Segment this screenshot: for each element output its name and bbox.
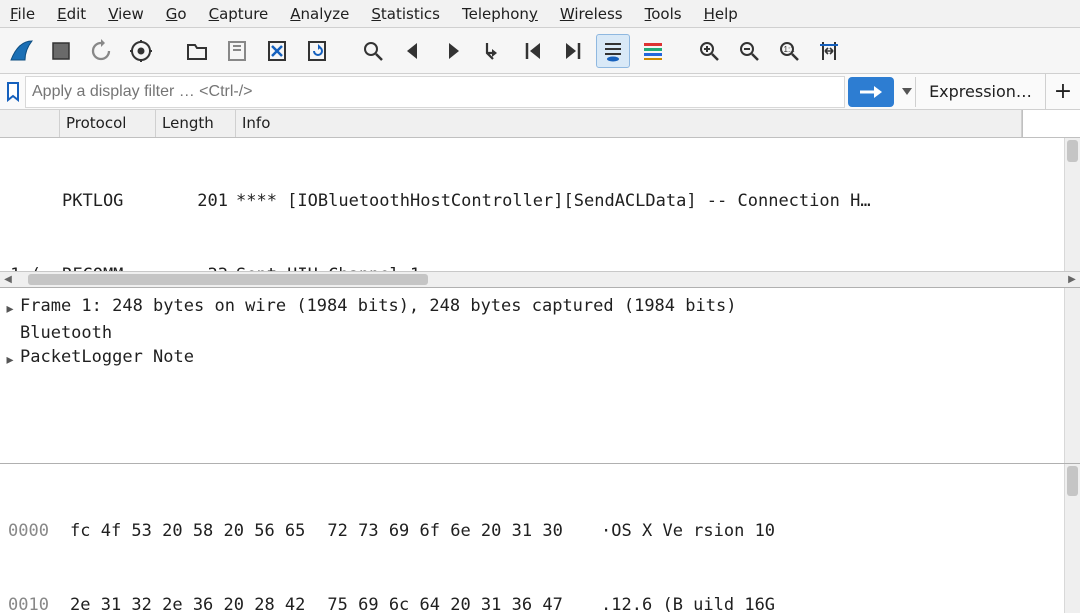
go-to-packet-icon[interactable] bbox=[476, 34, 510, 68]
reload-file-icon[interactable] bbox=[300, 34, 334, 68]
menu-telephony[interactable]: Telephony bbox=[458, 3, 542, 25]
packet-row[interactable]: :1 (…RFCOMM33Sent UIH Channel=1 bbox=[0, 263, 1080, 272]
go-last-icon[interactable] bbox=[556, 34, 590, 68]
column-scroll-spacer bbox=[1022, 110, 1080, 137]
tree-item[interactable]: ▸Frame 1: 248 bytes on wire (1984 bits),… bbox=[0, 294, 1080, 321]
display-filter-input[interactable] bbox=[26, 77, 844, 107]
svg-text:1:1: 1:1 bbox=[784, 45, 796, 54]
expand-icon[interactable]: ▸ bbox=[0, 294, 20, 321]
find-icon[interactable] bbox=[356, 34, 390, 68]
go-first-icon[interactable] bbox=[516, 34, 550, 68]
close-file-icon[interactable] bbox=[260, 34, 294, 68]
scroll-right-arrow[interactable]: ▶ bbox=[1064, 274, 1080, 285]
display-filter-bar: Expression… + bbox=[0, 74, 1080, 110]
column-protocol[interactable]: Protocol bbox=[60, 110, 156, 137]
menu-view[interactable]: View bbox=[104, 3, 148, 25]
packet-list-hscrollbar[interactable]: ◀ ▶ bbox=[0, 271, 1080, 287]
menu-tools[interactable]: Tools bbox=[641, 3, 686, 25]
menu-file[interactable]: File bbox=[6, 3, 39, 25]
packet-list-pane: Protocol Length Info PKTLOG201**** [IOBl… bbox=[0, 110, 1080, 288]
menu-capture[interactable]: Capture bbox=[205, 3, 273, 25]
menu-edit[interactable]: Edit bbox=[53, 3, 90, 25]
menu-bar: File Edit View Go Capture Analyze Statis… bbox=[0, 0, 1080, 28]
scroll-left-arrow[interactable]: ◀ bbox=[0, 274, 16, 285]
tree-item[interactable]: ▸PacketLogger Note bbox=[0, 345, 1080, 372]
column-info[interactable]: Info bbox=[236, 110, 1022, 137]
open-file-icon[interactable] bbox=[180, 34, 214, 68]
restart-capture-icon[interactable] bbox=[84, 34, 118, 68]
packet-list-rows[interactable]: PKTLOG201**** [IOBluetoothHostController… bbox=[0, 138, 1080, 271]
column-spacer[interactable] bbox=[0, 110, 60, 137]
capture-options-icon[interactable] bbox=[124, 34, 158, 68]
column-length[interactable]: Length bbox=[156, 110, 236, 137]
hex-row[interactable]: 0000fc 4f 53 20 58 20 56 6572 73 69 6f 6… bbox=[8, 519, 1080, 544]
menu-wireless[interactable]: Wireless bbox=[556, 3, 627, 25]
menu-statistics[interactable]: Statistics bbox=[367, 3, 444, 25]
menu-help[interactable]: Help bbox=[700, 3, 742, 25]
stop-capture-icon[interactable] bbox=[44, 34, 78, 68]
tree-item[interactable]: Bluetooth bbox=[0, 321, 1080, 346]
zoom-in-icon[interactable] bbox=[692, 34, 726, 68]
bytes-vscrollbar[interactable] bbox=[1064, 464, 1080, 613]
shark-fin-icon[interactable] bbox=[4, 34, 38, 68]
hex-row[interactable]: 00102e 31 32 2e 36 20 28 4275 69 6c 64 2… bbox=[8, 593, 1080, 613]
packet-list-vscrollbar[interactable] bbox=[1064, 138, 1080, 271]
packet-row[interactable]: PKTLOG201**** [IOBluetoothHostController… bbox=[0, 189, 1080, 214]
packet-list-header: Protocol Length Info bbox=[0, 110, 1080, 138]
add-filter-button[interactable]: + bbox=[1046, 74, 1080, 109]
details-vscrollbar[interactable] bbox=[1064, 288, 1080, 463]
zoom-out-icon[interactable] bbox=[732, 34, 766, 68]
go-back-icon[interactable] bbox=[396, 34, 430, 68]
go-forward-icon[interactable] bbox=[436, 34, 470, 68]
menu-go[interactable]: Go bbox=[162, 3, 191, 25]
apply-filter-button[interactable] bbox=[848, 77, 894, 107]
expression-button[interactable]: Expression… bbox=[916, 74, 1046, 109]
save-file-icon[interactable] bbox=[220, 34, 254, 68]
resize-columns-icon[interactable] bbox=[812, 34, 846, 68]
filter-history-dropdown[interactable] bbox=[898, 77, 916, 107]
colorize-icon[interactable] bbox=[636, 34, 670, 68]
auto-scroll-icon[interactable] bbox=[596, 34, 630, 68]
zoom-reset-icon[interactable]: 1:1 bbox=[772, 34, 806, 68]
menu-analyze[interactable]: Analyze bbox=[286, 3, 353, 25]
expand-icon[interactable]: ▸ bbox=[0, 345, 20, 372]
bookmark-icon[interactable] bbox=[0, 82, 26, 102]
packet-details-pane[interactable]: ▸Frame 1: 248 bytes on wire (1984 bits),… bbox=[0, 288, 1080, 464]
packet-bytes-pane[interactable]: 0000fc 4f 53 20 58 20 56 6572 73 69 6f 6… bbox=[0, 464, 1080, 613]
toolbar: 1:1 bbox=[0, 28, 1080, 74]
